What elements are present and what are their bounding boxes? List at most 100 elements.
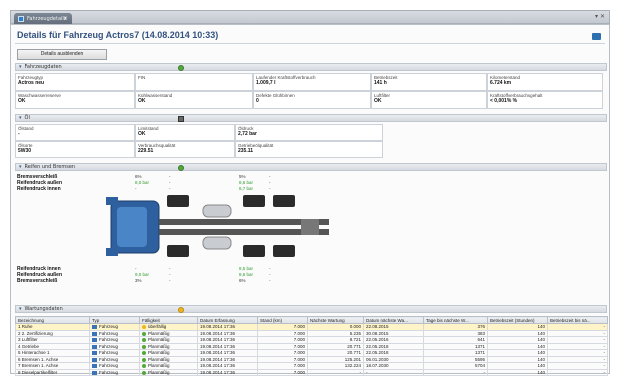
ok-icon [142,364,146,369]
ok-icon [142,344,146,349]
tire-value: - [269,180,271,185]
tire-row-label: Bremsverschleiß [17,278,58,284]
cell-next: - [307,368,364,376]
section-tires-title: Reifen und Bremsen [24,164,76,170]
hide-details-button[interactable]: Details ausblenden [17,49,107,60]
tire-value: 8,7 bar [239,186,254,191]
table-header-row: Bezeichnung Typ Fälligkeit Datum Erfassung S… [15,316,608,324]
tire-value: - [169,272,171,277]
data-cell: Fahrzeugtyp Actros neu [15,73,135,91]
window-controls-icon[interactable]: ▾ ✕ [595,13,605,20]
cell-name: 8 Dieselpartikelfilter [15,368,90,376]
cell-label: FIN [138,75,146,80]
row-name: 2. Zertifizierung [21,330,53,336]
chevron-down-icon: ▾ [19,115,22,121]
status-label: Planmäßig [148,330,170,336]
data-cell: Waschwasserreserve OK [15,91,135,109]
type-label: Fahrzeug [99,337,119,343]
tire-value: - [269,278,271,283]
cell-days: - [423,368,488,376]
column-header[interactable]: Fälligkeit [139,316,198,324]
type-label: Fahrzeug [99,330,119,336]
type-label: Fahrzeug [99,343,119,349]
tire-value: 6% [135,174,142,179]
cell-hours-left: - [547,368,608,376]
chevron-down-icon: ▾ [19,164,22,170]
cell-hours: 140 [487,368,548,376]
tab-bar: Fahrzeugdetails × ▾ ✕ [10,10,610,25]
cell-value: 0 [256,98,259,104]
tire-value: - [135,186,137,191]
truck-tab-icon [18,16,24,22]
section-oil-title: Öl [24,115,30,121]
section-vehicle-header[interactable]: ▾ Fahrzeugdaten [15,63,607,71]
column-header[interactable]: Datum nächste Wa... [363,316,424,324]
section-tires-header[interactable]: ▾ Reifen und Bremsen [15,163,607,171]
row-name: Luftfilter [21,337,38,343]
table-row[interactable]: 8 Dieselpartikelfilter Fahrzeug Planmäßig 1… [15,368,608,376]
cell-value: OK [138,131,146,137]
close-icon[interactable]: × [63,15,68,22]
column-header[interactable]: Nächste Wartung [307,316,364,324]
cell-value: OK [138,98,146,104]
data-cell: Kilometerstand 6.724 km [487,73,603,91]
ok-icon [142,331,146,336]
tire-value: - [169,186,171,191]
column-header[interactable]: Stand (km) [257,316,308,324]
data-cell: Defekte Glühbirnen 0 [253,91,371,109]
row-name: Bremsen 1. Achse [21,356,59,362]
data-cell: Getriebeölqualität 235.11 [235,141,383,158]
tire-value: 3% [135,278,142,283]
status-unknown-icon [178,116,184,122]
tire-value: - [269,174,271,179]
cell-value: 5W30 [18,148,32,154]
cell-value: Actros neu [18,80,45,86]
tire-value: - [269,266,271,271]
column-header[interactable]: Betriebszeit bis nä... [547,316,608,324]
data-cell: FIN [135,73,253,91]
data-cell: Laufender Kraftstoffverbrauch 1.009,7 l [253,73,371,91]
truck-icon [92,370,97,375]
tire-value: 8,5 bar [239,266,254,271]
cell-type: Fahrzeug [89,368,140,376]
data-cell: Kühlwasserstand OK [135,91,253,109]
tire-row: Reifendruck innen - - 8,7 bar - [17,186,317,192]
column-header[interactable]: Datum Erfassung [197,316,258,324]
status-label: Planmäßig [148,337,170,343]
status-label: überfällig [148,324,167,330]
section-oil-header[interactable]: ▾ Öl [15,114,607,122]
truck-icon [92,338,97,343]
cell-value: < 0,001% % [490,98,518,104]
cell-km: 7.000 [257,368,308,376]
data-cell: Betriebszeit 141 h [371,73,487,91]
tire-row: Bremsverschleiß 3% - 6% - [17,278,317,284]
divider [15,43,605,44]
section-maintenance-header[interactable]: ▾ Wartungsdaten [15,305,607,313]
tire-value: 6% [239,278,246,283]
section-maintenance-title: Wartungsdaten [24,306,63,312]
truck-icon [92,357,97,362]
column-header[interactable]: Tage bis nächste W... [423,316,488,324]
column-header[interactable]: Bezeichnung [15,316,90,324]
status-ok-icon [178,65,184,71]
data-cell: Ölsorte 5W30 [15,141,135,158]
column-header[interactable]: Typ [89,316,140,324]
tire-value: - [169,174,171,179]
warning-icon [142,325,146,330]
type-label: Fahrzeug [99,369,119,375]
print-icon[interactable] [592,33,601,40]
chevron-down-icon: ▾ [19,306,22,312]
row-name: Hinterachse 1 [21,350,50,356]
status-label: Planmäßig [148,350,170,356]
ok-icon [142,351,146,356]
column-header[interactable]: Betriebszeit (Stunden) [487,316,548,324]
row-name: Dieselpartikelfilter [21,369,58,375]
tire-value: - [169,278,171,283]
cell-value: 1.009,7 l [256,80,276,86]
tire-value: 8,0 bar [135,180,150,185]
cell-value: 235.11 [238,148,254,154]
cell-value: OK [18,98,26,104]
tire-value: - [135,266,137,271]
cell-status: Planmäßig [139,368,198,376]
data-cell: Öldruck 2,72 bar [235,124,383,141]
